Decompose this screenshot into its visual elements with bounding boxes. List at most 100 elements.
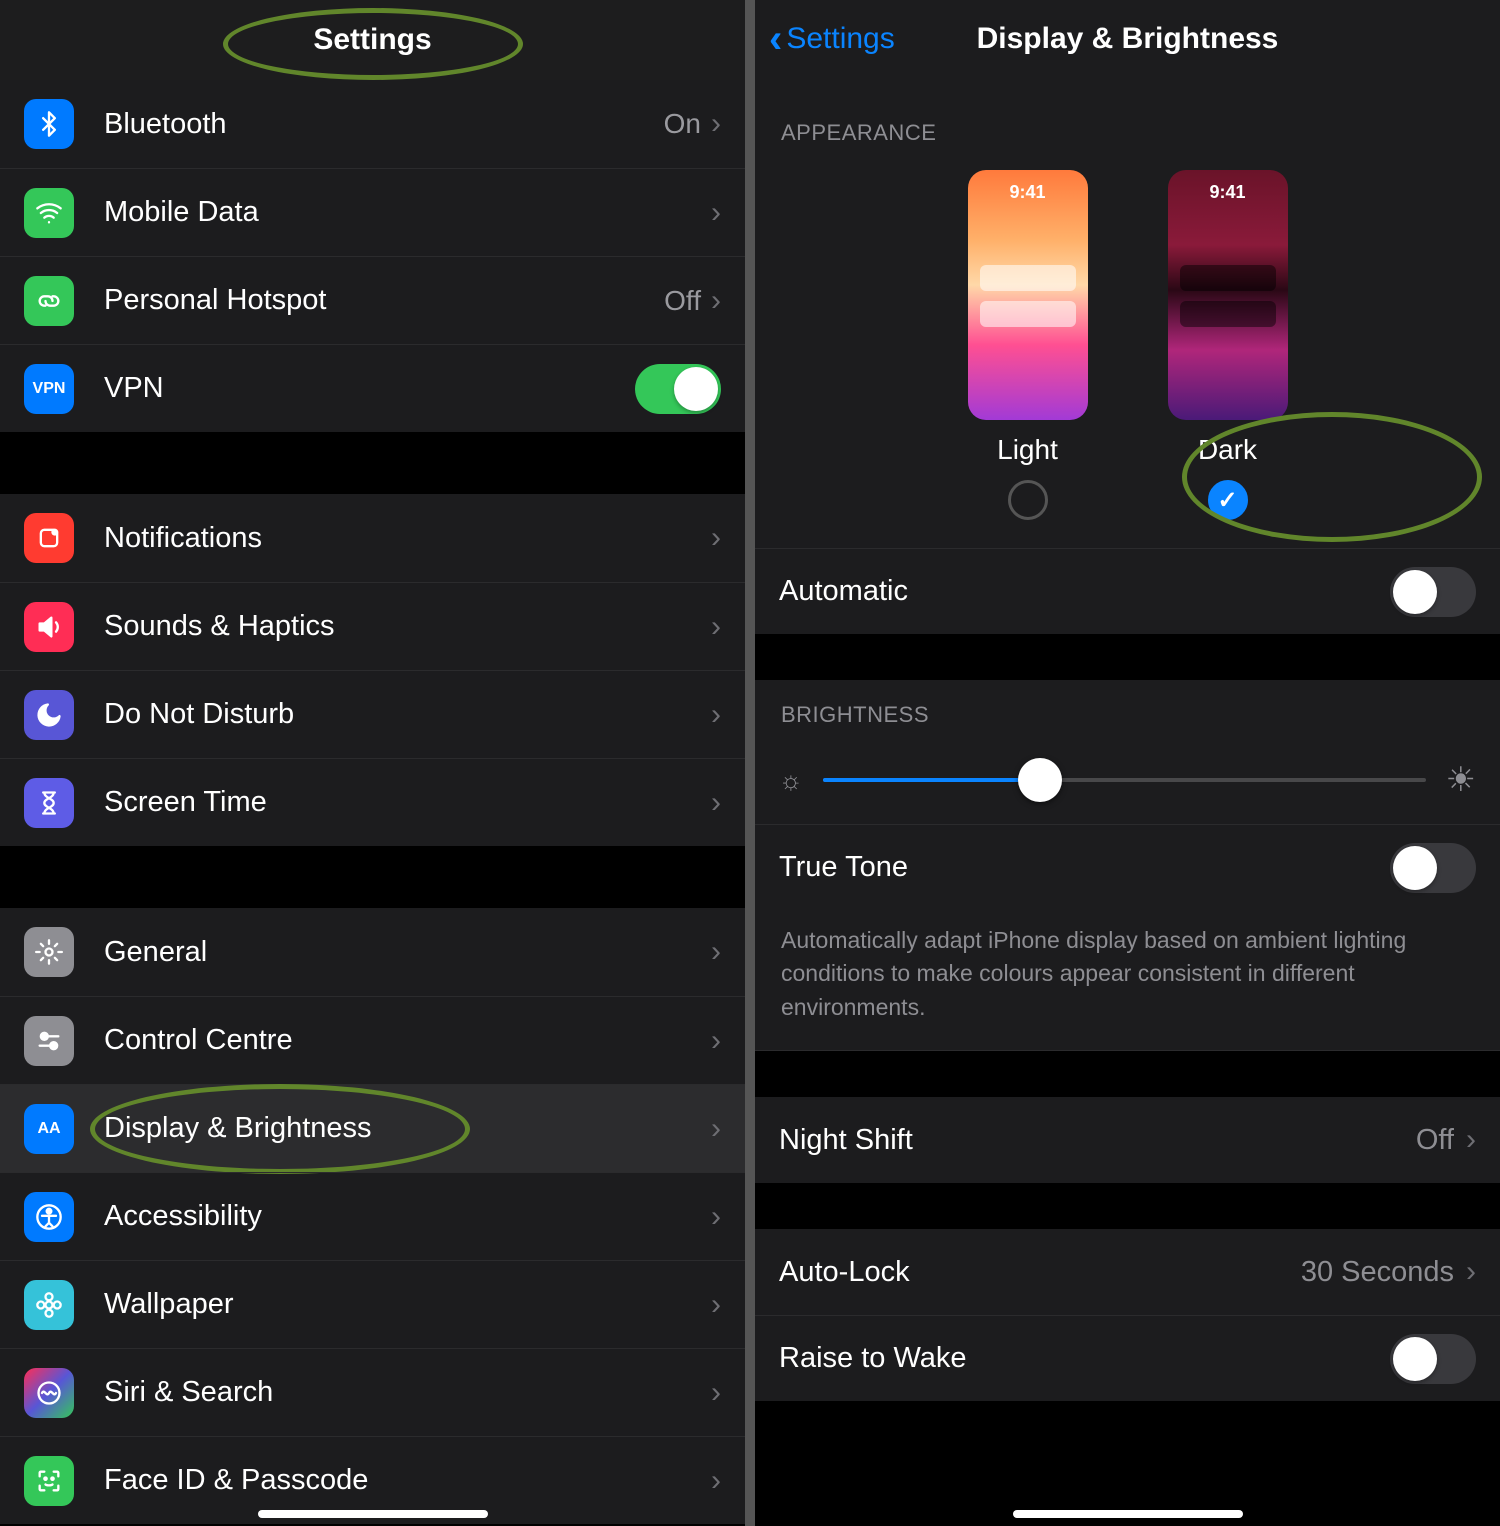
- row-accessibility[interactable]: Accessibility›: [0, 1172, 745, 1260]
- switches-icon: [24, 1016, 74, 1066]
- row-personal-hotspot[interactable]: Personal HotspotOff ›: [0, 256, 745, 344]
- page-title: Display & Brightness: [977, 22, 1279, 56]
- row-label: Mobile Data: [104, 196, 711, 229]
- section-header-appearance: APPEARANCE: [755, 78, 1500, 162]
- chevron-right-icon: ›: [711, 1464, 721, 1498]
- chevron-right-icon: ›: [711, 786, 721, 820]
- moon-icon: [24, 690, 74, 740]
- row-label: Sounds & Haptics: [104, 610, 711, 643]
- chevron-right-icon: ›: [711, 284, 721, 318]
- row-display-brightness[interactable]: AA Display & Brightness›: [0, 1084, 745, 1172]
- chevron-right-icon: ›: [711, 935, 721, 969]
- row-label: Wallpaper: [104, 1288, 711, 1321]
- row-label: Face ID & Passcode: [104, 1464, 711, 1497]
- auto-lock-value: 30 Seconds: [1301, 1256, 1454, 1289]
- toggle[interactable]: [635, 364, 721, 414]
- home-indicator[interactable]: [1013, 1510, 1243, 1518]
- row-label: VPN: [104, 372, 635, 405]
- light-preview: 9:41: [968, 170, 1088, 420]
- annotation-circle-title: [223, 8, 523, 80]
- row-value: Off: [664, 285, 701, 317]
- vpn-icon: VPN: [24, 364, 74, 414]
- row-vpn[interactable]: VPN VPN: [0, 344, 745, 432]
- row-label: Notifications: [104, 522, 711, 555]
- appearance-option-dark[interactable]: 9:41 Dark: [1168, 170, 1288, 520]
- row-bluetooth[interactable]: BluetoothOn›: [0, 80, 745, 168]
- row-wallpaper[interactable]: Wallpaper›: [0, 1260, 745, 1348]
- face-icon: [24, 1456, 74, 1506]
- row-label: Accessibility: [104, 1200, 711, 1233]
- row-mobile-data[interactable]: Mobile Data›: [0, 168, 745, 256]
- chevron-right-icon: ›: [711, 698, 721, 732]
- light-radio[interactable]: [1008, 480, 1048, 520]
- row-sounds-haptics[interactable]: Sounds & Haptics›: [0, 582, 745, 670]
- row-siri-search[interactable]: Siri & Search›: [0, 1348, 745, 1436]
- hourglass-icon: [24, 778, 74, 828]
- flower-icon: [24, 1280, 74, 1330]
- row-control-centre[interactable]: Control Centre›: [0, 996, 745, 1084]
- signal-icon: [24, 188, 74, 238]
- chevron-left-icon: ‹: [769, 19, 782, 59]
- true-tone-label: True Tone: [779, 851, 908, 884]
- chevron-right-icon: ›: [711, 1376, 721, 1410]
- appearance-option-light[interactable]: 9:41 Light: [968, 170, 1088, 520]
- row-label: Control Centre: [104, 1024, 711, 1057]
- brightness-slider-row: ☼ ☀: [755, 744, 1500, 824]
- auto-lock-label: Auto-Lock: [779, 1256, 910, 1289]
- bluetooth-icon: [24, 99, 74, 149]
- row-value: On: [664, 108, 701, 140]
- true-tone-toggle[interactable]: [1390, 843, 1476, 893]
- home-indicator[interactable]: [258, 1510, 488, 1518]
- row-notifications[interactable]: Notifications›: [0, 494, 745, 582]
- row-label: Screen Time: [104, 786, 711, 819]
- chevron-right-icon: ›: [711, 1112, 721, 1146]
- row-do-not-disturb[interactable]: Do Not Disturb›: [0, 670, 745, 758]
- row-label: Siri & Search: [104, 1376, 711, 1409]
- brightness-slider[interactable]: [823, 778, 1426, 782]
- gear-icon: [24, 927, 74, 977]
- row-general[interactable]: General›: [0, 908, 745, 996]
- light-label: Light: [997, 434, 1058, 466]
- nav-header: ‹ Settings Display & Brightness: [755, 0, 1500, 78]
- row-label: Do Not Disturb: [104, 698, 711, 731]
- dark-label: Dark: [1198, 434, 1257, 466]
- night-shift-value: Off: [1416, 1124, 1454, 1157]
- chevron-right-icon: ›: [711, 196, 721, 230]
- automatic-toggle[interactable]: [1390, 567, 1476, 617]
- row-raise-to-wake[interactable]: Raise to Wake: [755, 1315, 1500, 1401]
- row-night-shift[interactable]: Night Shift Off ›: [755, 1097, 1500, 1183]
- chevron-right-icon: ›: [711, 1024, 721, 1058]
- automatic-label: Automatic: [779, 575, 908, 608]
- aa-icon: AA: [24, 1104, 74, 1154]
- sun-max-icon: ☀: [1446, 760, 1476, 800]
- back-label: Settings: [786, 22, 894, 56]
- raise-to-wake-label: Raise to Wake: [779, 1342, 967, 1375]
- person-icon: [24, 1192, 74, 1242]
- raise-to-wake-toggle[interactable]: [1390, 1334, 1476, 1384]
- chevron-right-icon: ›: [711, 1200, 721, 1234]
- notif-icon: [24, 513, 74, 563]
- row-label: Display & Brightness: [104, 1112, 711, 1145]
- chevron-right-icon: ›: [1466, 1255, 1476, 1289]
- back-button[interactable]: ‹ Settings: [769, 19, 895, 59]
- sun-min-icon: ☼: [779, 765, 803, 796]
- true-tone-description: Automatically adapt iPhone display based…: [755, 910, 1500, 1051]
- night-shift-label: Night Shift: [779, 1124, 913, 1157]
- section-header-brightness: BRIGHTNESS: [755, 680, 1500, 744]
- nav-header: Settings: [0, 0, 745, 80]
- chevron-right-icon: ›: [711, 521, 721, 555]
- row-auto-lock[interactable]: Auto-Lock 30 Seconds ›: [755, 1229, 1500, 1315]
- appearance-panel: 9:41 Light 9:41 Dark: [755, 162, 1500, 548]
- row-automatic[interactable]: Automatic: [755, 548, 1500, 634]
- chevron-right-icon: ›: [711, 1288, 721, 1322]
- chevron-right-icon: ›: [711, 610, 721, 644]
- siri-icon: [24, 1368, 74, 1418]
- chevron-right-icon: ›: [1466, 1123, 1476, 1157]
- link-icon: [24, 276, 74, 326]
- row-label: Personal Hotspot: [104, 284, 664, 317]
- row-true-tone[interactable]: True Tone: [755, 824, 1500, 910]
- row-screen-time[interactable]: Screen Time›: [0, 758, 745, 846]
- dark-radio[interactable]: [1208, 480, 1248, 520]
- display-brightness-screen: ‹ Settings Display & Brightness APPEARAN…: [755, 0, 1500, 1526]
- settings-screen: Settings BluetoothOn›Mobile Data›Persona…: [0, 0, 745, 1526]
